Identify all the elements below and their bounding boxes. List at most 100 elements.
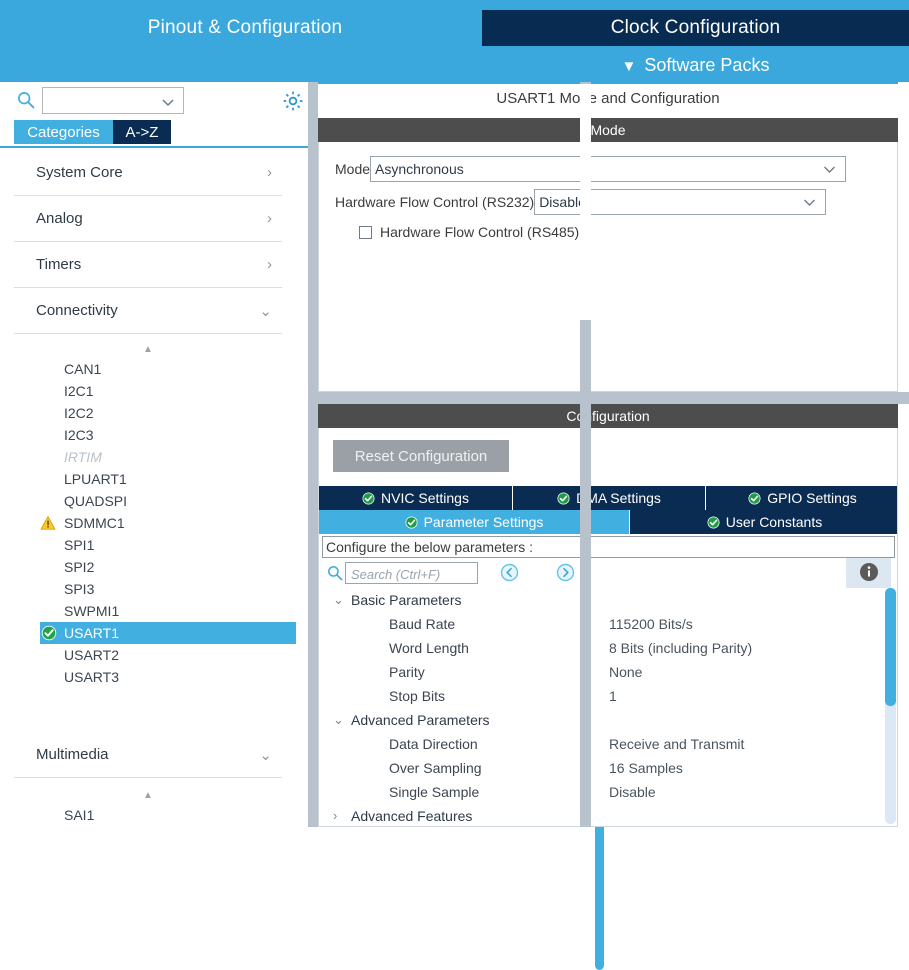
page-title: USART1 Mode and Configuration <box>318 84 898 112</box>
chevron-right-icon: › <box>333 808 338 823</box>
sidebar-tab-categories[interactable]: Categories <box>14 120 113 144</box>
reset-configuration-button-label: Reset Configuration <box>354 447 488 465</box>
sidebar-view-toggle: Categories A->Z <box>14 120 171 144</box>
parameter-value: 8 Bits (including Parity) <box>609 640 753 656</box>
parameter-value: Disable <box>609 784 656 800</box>
multimedia-scroll-up-indicator[interactable]: ▲ <box>0 786 296 804</box>
table-row[interactable]: Stop Bits 1 <box>319 684 884 708</box>
table-row[interactable]: Baud Rate 115200 Bits/s <box>319 612 884 636</box>
parameter-group-advanced-parameters[interactable]: ⌄ Advanced Parameters <box>319 708 884 732</box>
list-item[interactable]: LPUART1 <box>0 468 296 490</box>
chevron-right-icon: › <box>267 164 272 181</box>
multimedia-peripheral-list: SAI1 <box>0 804 296 826</box>
sidebar-tab-a-to-z-label: A->Z <box>125 123 159 141</box>
parameter-toolbar <box>319 558 897 588</box>
parameter-group-basic-parameters[interactable]: ⌄ Basic Parameters <box>319 588 884 612</box>
tab-clock-configuration-label: Clock Configuration <box>610 17 781 38</box>
sidebar-category-timers[interactable]: Timers › <box>14 242 282 288</box>
sidebar-category-analog[interactable]: Analog › <box>14 196 282 242</box>
check-circle-icon <box>405 516 418 529</box>
tab-user-constants[interactable]: User Constants <box>630 510 897 534</box>
reset-configuration-button[interactable]: Reset Configuration <box>333 440 509 472</box>
sidebar-scrollbar-track[interactable] <box>297 150 604 970</box>
mode-field-label: Mode <box>335 161 371 177</box>
hardware-flow-control-rs485-checkbox[interactable] <box>359 225 372 239</box>
sidebar-item-usart1[interactable]: USART1 <box>40 622 296 644</box>
parameter-scrollbar-thumb[interactable] <box>885 588 896 706</box>
parameter-group-advanced-features-label: Advanced Features <box>351 808 473 824</box>
mode-select[interactable]: Asynchronous <box>370 156 847 182</box>
sidebar-tab-underline <box>0 146 310 148</box>
parameter-key: Single Sample <box>389 784 480 800</box>
peripheral-sidebar: Categories A->Z System Core › Analog › T… <box>0 82 604 970</box>
peripheral-label: SPI3 <box>64 581 95 597</box>
tab-pinout-configuration[interactable]: Pinout & Configuration <box>10 10 480 46</box>
table-row[interactable]: Single Sample Disable <box>319 780 884 804</box>
parameter-group-advanced-features[interactable]: › Advanced Features <box>319 804 884 826</box>
table-row[interactable]: Data Direction Receive and Transmit <box>319 732 884 756</box>
search-icon <box>17 91 35 109</box>
warning-icon <box>40 515 56 531</box>
tab-parameter-settings-label: Parameter Settings <box>423 514 544 530</box>
list-item[interactable]: SAI1 <box>0 804 296 826</box>
peripheral-search-input[interactable] <box>46 90 160 113</box>
check-circle-icon <box>41 625 57 641</box>
search-icon <box>327 565 343 581</box>
sidebar-tab-a-to-z[interactable]: A->Z <box>113 120 171 144</box>
sidebar-category-system-core[interactable]: System Core › <box>14 150 282 196</box>
sidebar-category-multimedia[interactable]: Multimedia ⌄ <box>14 732 282 778</box>
sidebar-category-connectivity[interactable]: Connectivity ⌄ <box>14 288 282 334</box>
hardware-flow-control-rs232-label: Hardware Flow Control (RS232) <box>335 194 535 210</box>
tab-nvic-settings-label: NVIC Settings <box>381 490 469 506</box>
software-packs-menu[interactable]: ▼ Software Packs <box>482 50 909 80</box>
list-item[interactable]: SPI2 <box>0 556 296 578</box>
sidebar-category-timers-label: Timers <box>36 256 82 273</box>
table-row[interactable]: Parity None <box>319 660 884 684</box>
list-item[interactable]: CAN1 <box>0 358 296 380</box>
parameter-key: Stop Bits <box>389 688 446 704</box>
spinner-up-icon: ▲ <box>143 343 153 355</box>
parameter-key: Data Direction <box>389 736 478 752</box>
chevron-down-icon <box>161 95 175 107</box>
panel-splitter[interactable] <box>308 82 318 827</box>
circle-left-arrow-icon[interactable] <box>500 563 519 582</box>
right-edge-white-gutter <box>580 84 591 320</box>
tab-gpio-settings-label: GPIO Settings <box>767 490 857 506</box>
mode-section-header: Mode <box>318 118 898 142</box>
peripheral-search-combo[interactable] <box>42 87 184 114</box>
list-item[interactable]: QUADSPI <box>0 490 296 512</box>
list-item[interactable]: SPI1 <box>0 534 296 556</box>
configuration-panel: USART1 Mode and Configuration Mode Mode … <box>318 82 909 827</box>
list-item[interactable]: USART2 <box>0 644 296 666</box>
parameter-value: 1 <box>609 688 617 704</box>
parameter-group-advanced-parameters-label: Advanced Parameters <box>351 712 490 728</box>
hardware-flow-control-rs485-row[interactable]: Hardware Flow Control (RS485) <box>359 224 579 240</box>
list-item[interactable]: I2C3 <box>0 424 296 446</box>
list-item[interactable]: I2C2 <box>0 402 296 424</box>
tab-clock-configuration[interactable]: Clock Configuration <box>482 10 909 46</box>
hardware-flow-control-rs232-select[interactable]: Disable <box>534 189 827 215</box>
parameter-search-box[interactable] <box>345 562 478 584</box>
tab-nvic-settings[interactable]: NVIC Settings <box>319 486 513 510</box>
table-row[interactable]: Over Sampling 16 Samples <box>319 756 884 780</box>
parameter-search-input[interactable] <box>349 564 478 584</box>
chevron-down-icon: ⌄ <box>259 746 272 764</box>
tab-gpio-settings[interactable]: GPIO Settings <box>706 486 897 510</box>
parameter-value: None <box>609 664 643 680</box>
list-item[interactable]: I2C1 <box>0 380 296 402</box>
list-item[interactable]: SDMMC1 <box>0 512 296 534</box>
list-item[interactable]: SPI3 <box>0 578 296 600</box>
gear-icon[interactable] <box>282 90 304 112</box>
list-item[interactable]: USART3 <box>0 666 296 688</box>
list-item[interactable]: SWPMI1 <box>0 600 296 622</box>
peripheral-tree: System Core › Analog › Timers › Connecti… <box>0 150 296 827</box>
peripheral-label: IRTIM <box>64 449 102 465</box>
sidebar-category-multimedia-label: Multimedia <box>36 746 109 763</box>
peripheral-label: USART1 <box>64 625 119 641</box>
circle-right-arrow-icon[interactable] <box>556 563 575 582</box>
info-button[interactable] <box>846 558 891 588</box>
chevron-down-icon <box>823 163 836 176</box>
connectivity-scroll-up-indicator[interactable]: ▲ <box>0 340 296 358</box>
table-row[interactable]: Word Length 8 Bits (including Parity) <box>319 636 884 660</box>
tab-dma-settings[interactable]: DMA Settings <box>513 486 706 510</box>
